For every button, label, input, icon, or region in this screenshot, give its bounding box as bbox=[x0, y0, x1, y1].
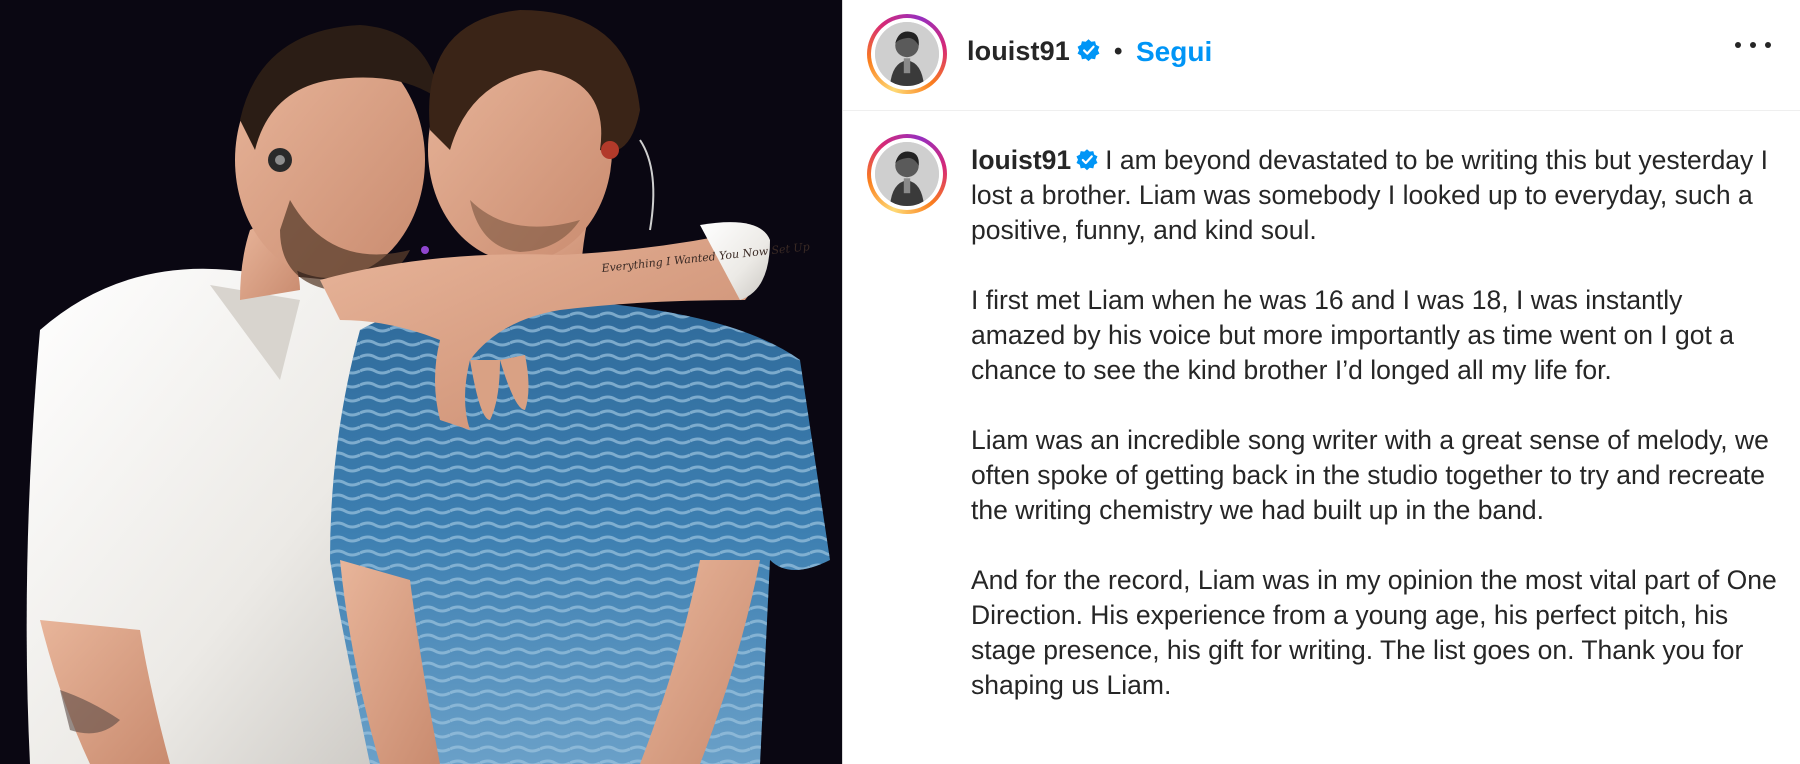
avatar-photo-icon bbox=[875, 22, 939, 86]
caption-paragraph: And for the record, Liam was in my opini… bbox=[971, 565, 1777, 700]
post-photo[interactable]: Everything I Wanted You Now Set Up bbox=[0, 0, 842, 764]
post-caption: louist91 I am beyond devastated to be wr… bbox=[971, 143, 1779, 738]
post-panel: louist91 • Segui louist91 I am beyond de… bbox=[842, 0, 1800, 764]
caption-username[interactable]: louist91 bbox=[971, 145, 1071, 175]
post-photo-illustration: Everything I Wanted You Now Set Up bbox=[0, 0, 842, 764]
caption-paragraph: Liam was an incredible song writer with … bbox=[971, 425, 1769, 525]
avatar-photo-icon bbox=[875, 142, 939, 206]
header-separator: • bbox=[1114, 38, 1123, 65]
post-header: louist91 • Segui bbox=[843, 0, 1800, 111]
post-author-username[interactable]: louist91 bbox=[967, 36, 1070, 67]
verified-badge-icon bbox=[1077, 39, 1100, 62]
follow-button[interactable]: Segui bbox=[1136, 36, 1212, 68]
caption-avatar[interactable] bbox=[867, 134, 947, 214]
caption-paragraph: I first met Liam when he was 16 and I wa… bbox=[971, 285, 1734, 385]
instagram-post: Everything I Wanted You Now Set Up louis… bbox=[0, 0, 1800, 764]
more-options-icon[interactable] bbox=[1735, 30, 1771, 60]
profile-avatar[interactable] bbox=[867, 14, 947, 94]
caption-paragraph: louist91 I am beyond devastated to be wr… bbox=[971, 143, 1779, 248]
verified-badge-icon bbox=[1076, 149, 1098, 171]
